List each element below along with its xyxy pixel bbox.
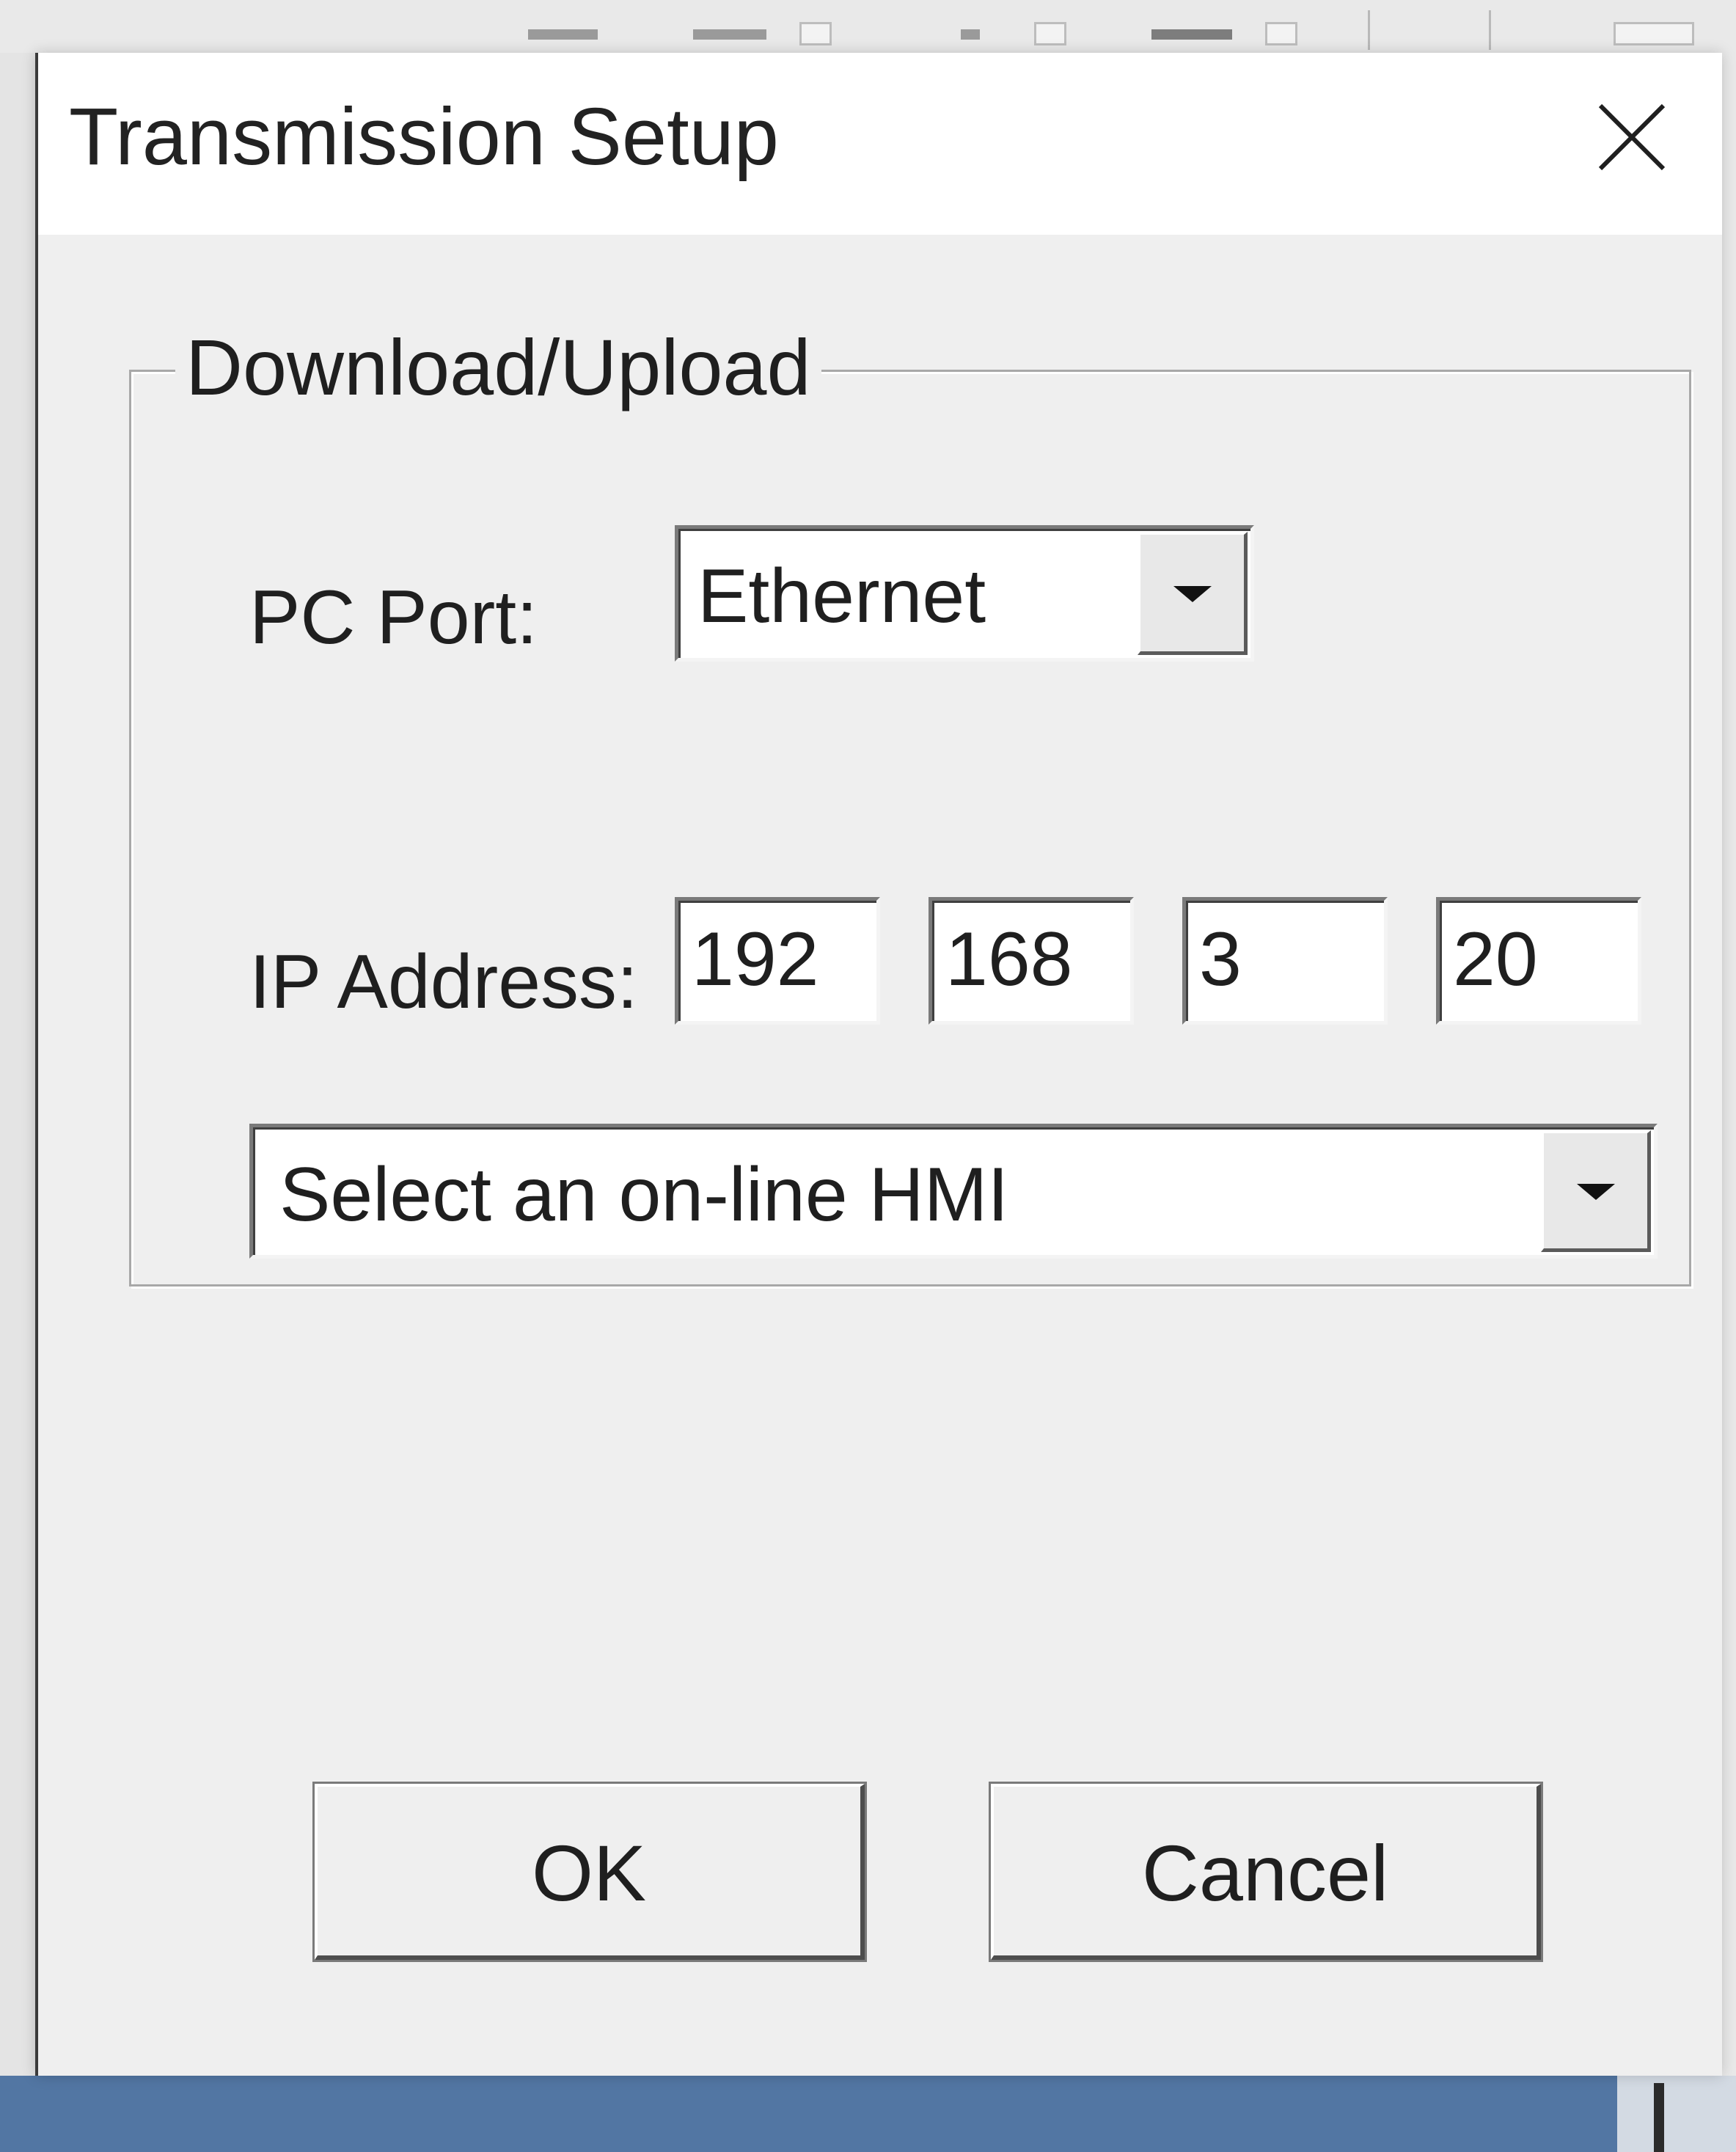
toolbar-button[interactable] <box>1614 22 1694 45</box>
background-window-edge <box>1722 53 1736 2076</box>
toolbar-button[interactable] <box>799 22 832 45</box>
ip-octet-2-value: 168 <box>945 917 1073 1002</box>
pc-port-label: PC Port: <box>249 575 538 660</box>
taskbar <box>0 2076 1736 2152</box>
toolbar-button[interactable] <box>1265 22 1297 45</box>
toolbar-separator <box>1368 10 1370 50</box>
ok-button[interactable]: OK <box>315 1784 865 1960</box>
toolbar-button[interactable] <box>1034 22 1066 45</box>
ip-octet-3-value: 3 <box>1199 917 1242 1002</box>
toolbar-button[interactable] <box>528 29 598 40</box>
taskbar-item[interactable] <box>1617 2076 1736 2152</box>
toolbar-separator <box>1489 10 1491 50</box>
close-button[interactable] <box>1592 97 1672 177</box>
transmission-setup-dialog: Transmission Setup Download/Upload PC Po… <box>35 53 1722 2076</box>
background-window-edge <box>0 53 37 2076</box>
ip-octet-1-field[interactable]: 192 <box>675 897 880 1025</box>
chevron-down-icon <box>1173 585 1212 602</box>
hmi-select[interactable]: Select an on-line HMI <box>249 1124 1658 1259</box>
ip-octet-4-field[interactable]: 20 <box>1436 897 1641 1025</box>
ip-octet-1-value: 192 <box>692 917 819 1002</box>
toolbar-button[interactable] <box>1151 29 1232 40</box>
cancel-button[interactable]: Cancel <box>991 1784 1541 1960</box>
dialog-titlebar[interactable]: Transmission Setup <box>38 53 1722 235</box>
close-icon <box>1598 103 1666 171</box>
ip-octet-2-field[interactable]: 168 <box>929 897 1134 1025</box>
pc-port-select[interactable]: Ethernet <box>675 525 1254 662</box>
background-toolbar <box>0 0 1736 53</box>
ok-button-label: OK <box>531 1829 647 1917</box>
toolbar-button[interactable] <box>961 29 980 40</box>
group-legend: Download/Upload <box>175 316 821 420</box>
toolbar-button[interactable] <box>693 29 766 40</box>
download-upload-group: Download/Upload PC Port: Ethernet IP Add… <box>129 316 1691 1287</box>
pc-port-value: Ethernet <box>697 554 986 639</box>
taskbar-indicator <box>1654 2083 1664 2152</box>
ip-octet-4-value: 20 <box>1453 917 1538 1002</box>
ip-address-label: IP Address: <box>249 940 638 1025</box>
ip-octet-3-field[interactable]: 3 <box>1182 897 1388 1025</box>
dialog-title: Transmission Setup <box>69 92 779 182</box>
hmi-dropdown-button[interactable] <box>1541 1130 1651 1252</box>
hmi-select-value: Select an on-line HMI <box>279 1152 1009 1237</box>
pc-port-dropdown-button[interactable] <box>1138 532 1248 655</box>
cancel-button-label: Cancel <box>1141 1829 1389 1917</box>
chevron-down-icon <box>1576 1183 1615 1200</box>
